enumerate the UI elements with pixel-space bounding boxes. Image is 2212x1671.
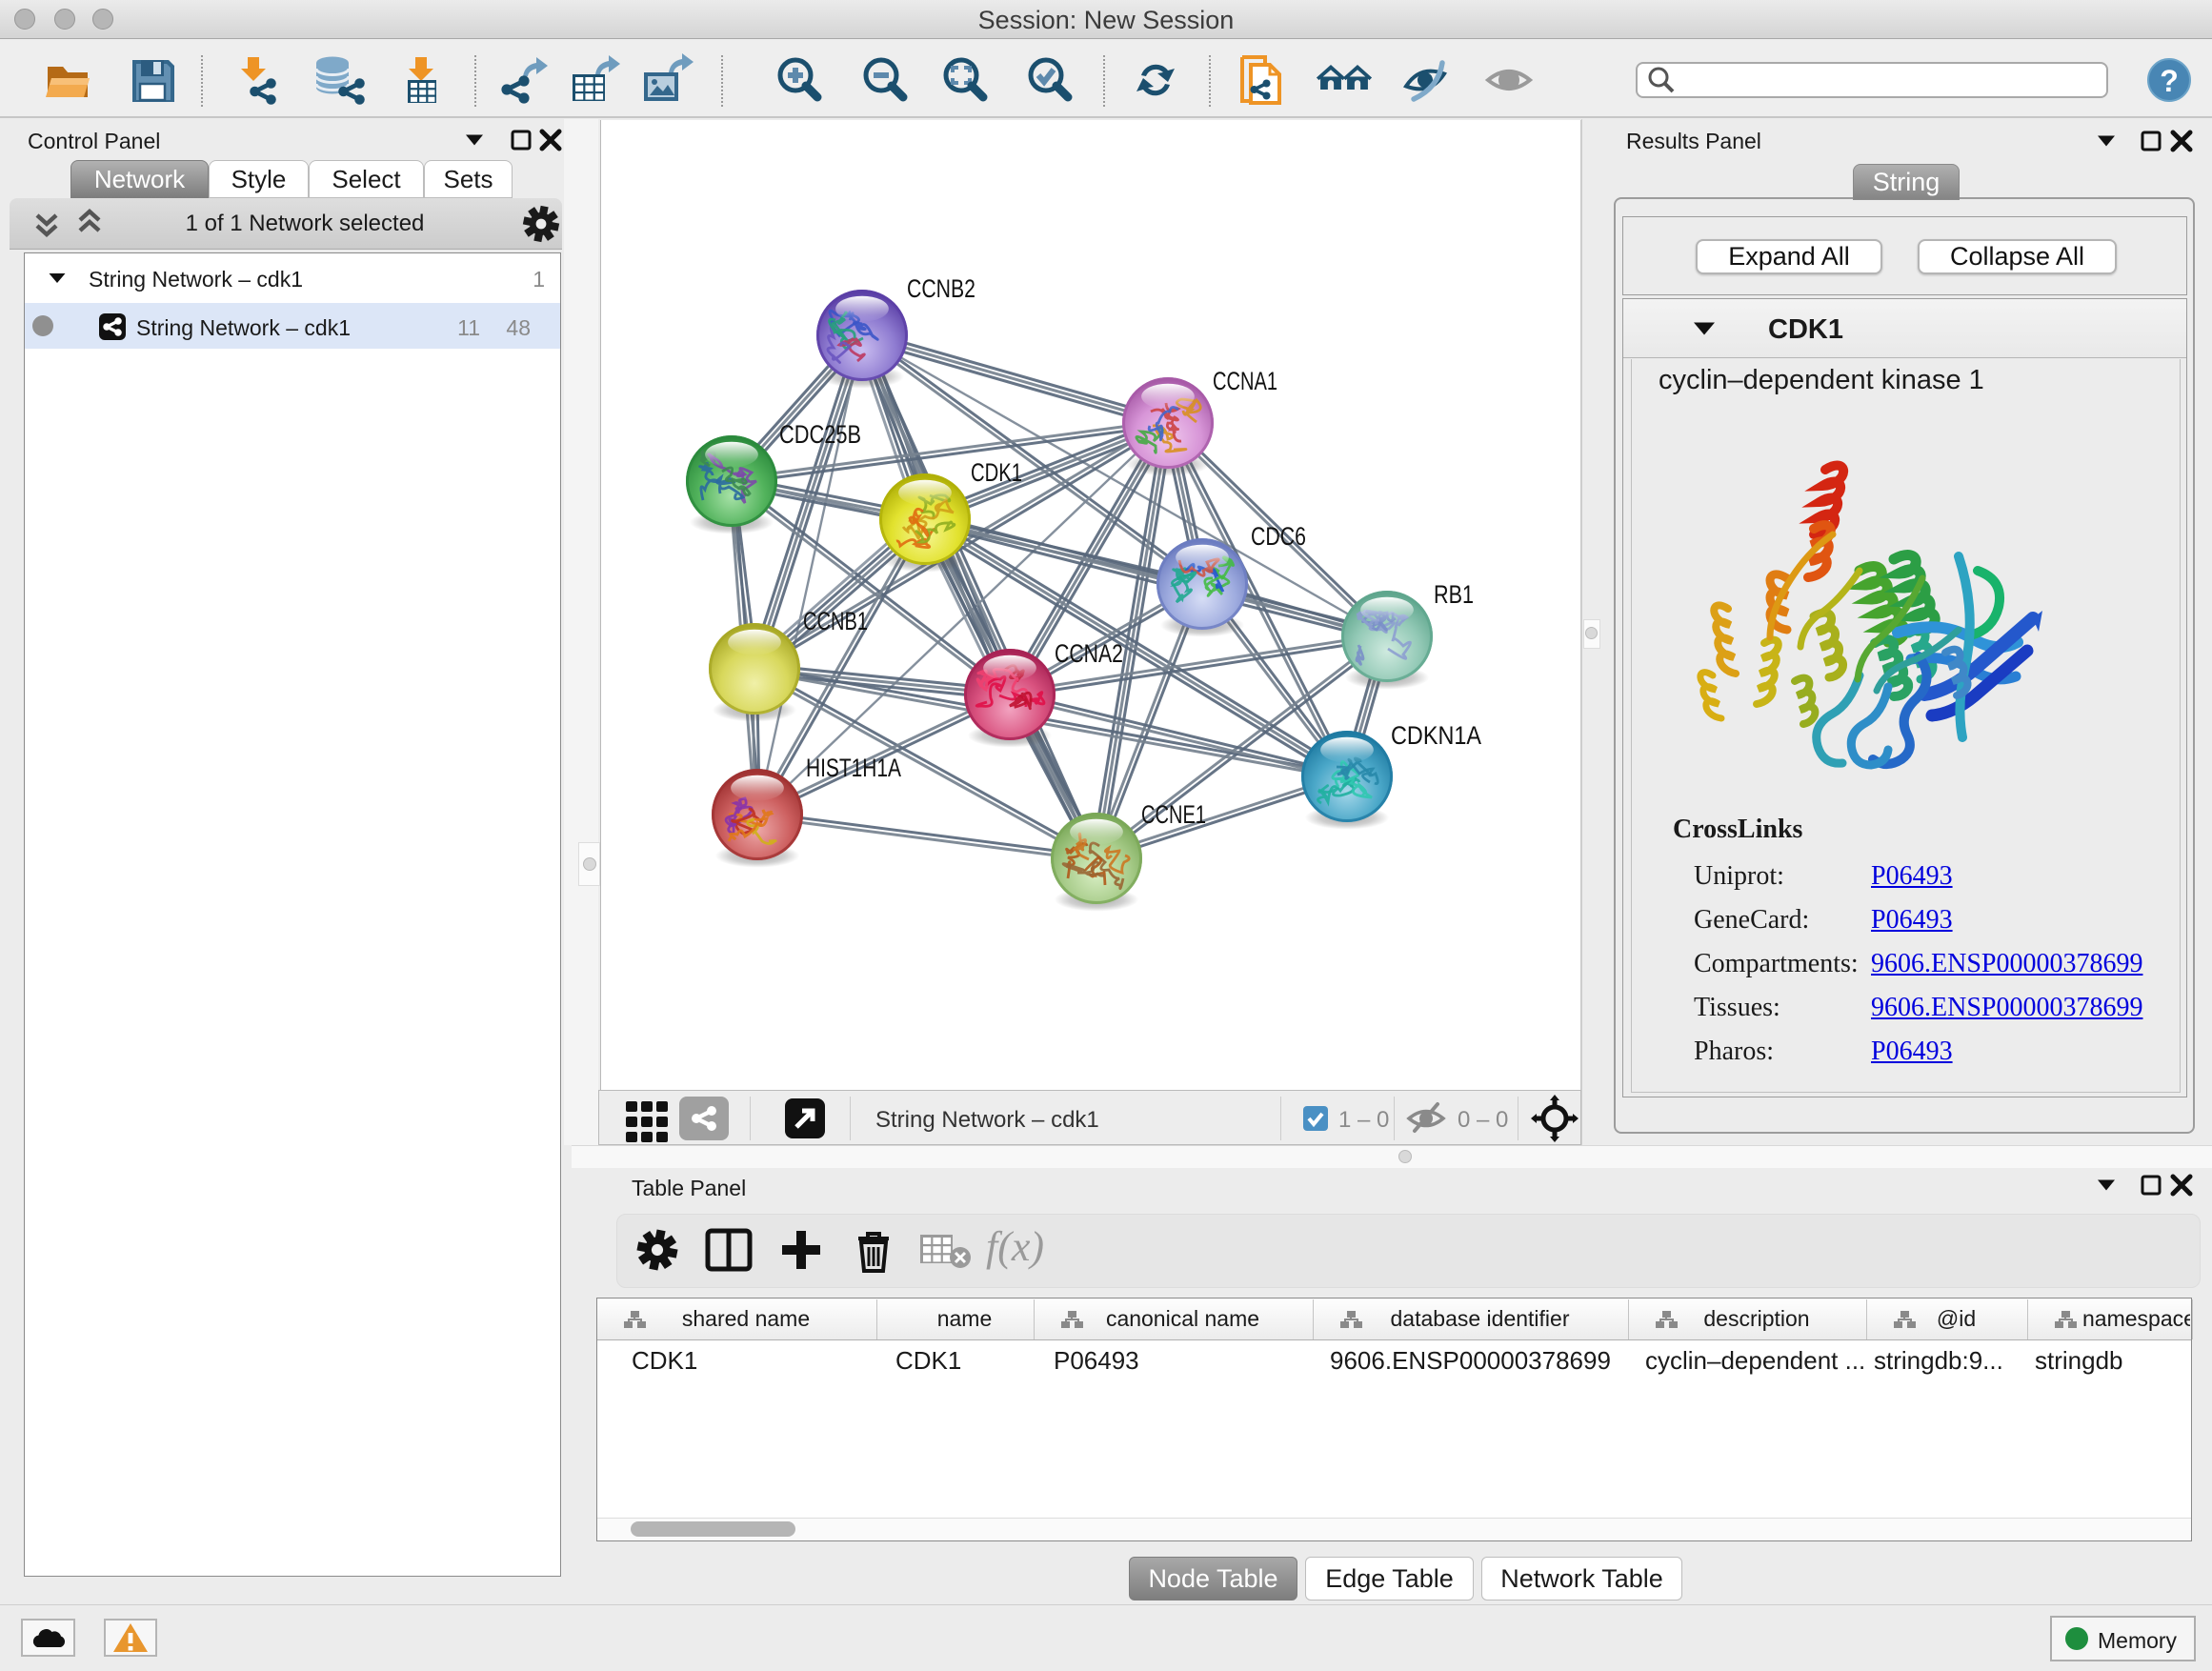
svg-text:CCNB2: CCNB2: [907, 274, 975, 303]
svg-text:CCNA1: CCNA1: [1213, 367, 1277, 395]
svg-text:CCNB1: CCNB1: [803, 607, 868, 635]
svg-text:CDC6: CDC6: [1251, 522, 1306, 551]
svg-text:CDC25B: CDC25B: [779, 420, 861, 449]
svg-text:RB1: RB1: [1434, 580, 1474, 609]
svg-text:CCNE1: CCNE1: [1141, 800, 1206, 829]
svg-text:CCNA2: CCNA2: [1055, 639, 1123, 668]
svg-text:HIST1H1A: HIST1H1A: [806, 754, 901, 782]
svg-text:CDK1: CDK1: [971, 458, 1022, 487]
svg-text:CDKN1A: CDKN1A: [1391, 721, 1481, 750]
